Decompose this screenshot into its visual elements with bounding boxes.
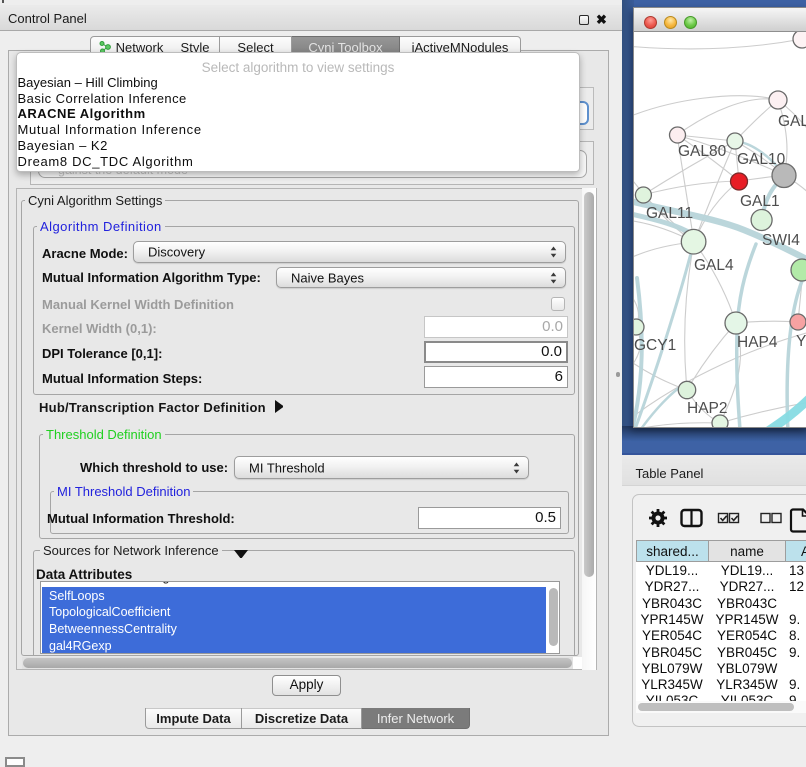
svg-text:SWI4: SWI4	[762, 232, 800, 249]
svg-text:GAL80: GAL80	[678, 143, 727, 160]
svg-text:GAL1: GAL1	[740, 193, 780, 210]
svg-text:HAP2: HAP2	[687, 400, 728, 417]
svg-text:GAL4: GAL4	[694, 257, 734, 274]
svg-text:GAL10: GAL10	[737, 151, 786, 168]
svg-text:HAP4: HAP4	[737, 334, 778, 351]
svg-text:YE: YE	[796, 333, 806, 350]
svg-text:GAL2: GAL2	[778, 113, 806, 130]
svg-text:GCY1: GCY1	[634, 337, 676, 354]
svg-text:GAL11: GAL11	[646, 205, 693, 222]
